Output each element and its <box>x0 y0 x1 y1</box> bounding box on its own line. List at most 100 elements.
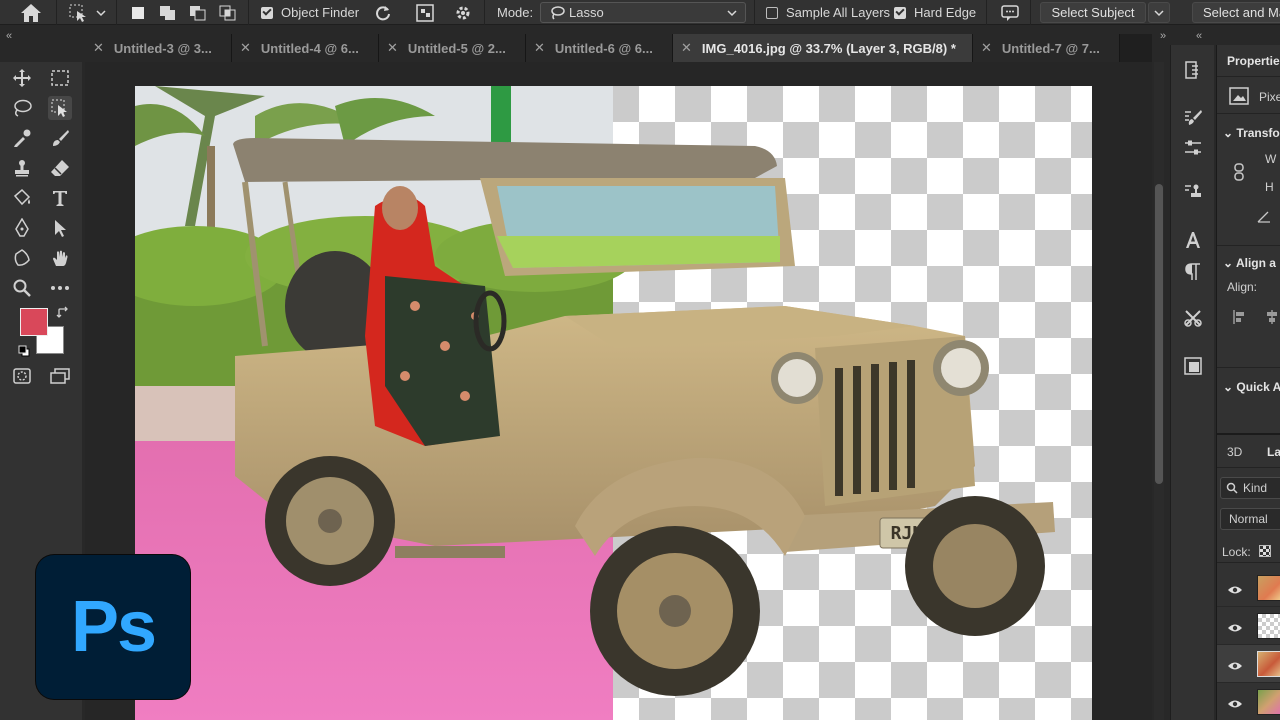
layer-row[interactable] <box>1217 683 1280 720</box>
path-selection-icon[interactable] <box>48 216 72 240</box>
eye-icon[interactable] <box>1227 696 1243 714</box>
mode-value: Lasso <box>569 5 604 20</box>
sample-all-layers-checkbox[interactable]: Sample All Layers <box>766 0 890 25</box>
tab-untitled-5[interactable]: ✕ Untitled-5 @ 2... <box>379 34 526 62</box>
object-selection-preset-icon[interactable] <box>68 0 88 25</box>
expand-panels-icon[interactable]: » <box>1160 30 1166 42</box>
chevron-down-icon[interactable] <box>96 0 106 25</box>
lasso-tool-icon[interactable] <box>10 96 34 120</box>
marquee-tool-icon[interactable] <box>48 66 72 90</box>
history-icon[interactable] <box>1182 59 1204 81</box>
scrollbar-thumb[interactable] <box>1155 184 1163 484</box>
select-subject-button[interactable]: Select Subject <box>1040 2 1146 23</box>
align-center-icon[interactable] <box>1265 309 1279 330</box>
transform-section-header[interactable]: ⌄ Transfo <box>1223 126 1280 140</box>
tab-untitled-7[interactable]: ✕ Untitled-7 @ 7... <box>973 34 1120 62</box>
close-icon[interactable]: ✕ <box>681 40 692 56</box>
stamp-tool-icon[interactable] <box>10 156 34 180</box>
checkbox-icon <box>766 6 778 19</box>
select-and-mask-button[interactable]: Select and Ma <box>1192 2 1280 23</box>
tab-layers[interactable]: La <box>1267 445 1280 459</box>
lock-transparent-pixels-icon[interactable] <box>1259 545 1271 557</box>
vertical-scrollbar[interactable] <box>1154 62 1164 720</box>
object-finder-checkbox[interactable]: Object Finder <box>261 0 359 25</box>
shape-tool-icon[interactable] <box>10 246 34 270</box>
tab-label: Untitled-7 @ 7... <box>1001 40 1100 56</box>
refresh-icon[interactable] <box>374 0 392 25</box>
quick-mask-icon[interactable] <box>10 364 34 388</box>
divider <box>1217 113 1280 114</box>
tab-img-4016[interactable]: ✕ IMG_4016.jpg @ 33.7% (Layer 3, RGB/8) * <box>673 34 973 62</box>
blend-mode-dropdown[interactable]: Normal <box>1220 508 1280 530</box>
options-bar: Object Finder Mode: Lasso Sample All Lay… <box>0 0 1280 25</box>
close-icon[interactable]: ✕ <box>981 40 992 56</box>
adjustments-icon[interactable] <box>1182 137 1204 159</box>
tab-untitled-6[interactable]: ✕ Untitled-6 @ 6... <box>526 34 673 62</box>
more-tools-icon[interactable] <box>48 276 72 300</box>
show-all-objects-icon[interactable] <box>416 0 434 25</box>
align-left-icon[interactable] <box>1233 309 1247 330</box>
canvas-area[interactable]: RJN 4190 <box>85 62 1152 720</box>
close-icon[interactable]: ✕ <box>534 40 545 56</box>
home-icon[interactable] <box>20 0 42 25</box>
brush-settings-icon[interactable] <box>1182 107 1204 129</box>
quick-actions-header[interactable]: ⌄ Quick A <box>1223 380 1280 394</box>
chevron-down-icon: ⌄ <box>1223 126 1234 140</box>
subtract-from-selection-icon[interactable] <box>188 0 208 25</box>
paint-bucket-icon[interactable] <box>10 186 34 210</box>
screen-mode-icon[interactable] <box>48 364 72 388</box>
close-icon[interactable]: ✕ <box>93 40 104 56</box>
pen-tool-icon[interactable] <box>10 216 34 240</box>
hard-edge-checkbox[interactable]: Hard Edge <box>894 0 976 25</box>
new-selection-icon[interactable] <box>130 0 146 25</box>
separator <box>986 0 987 25</box>
chevron-down-icon: ⌄ <box>1223 380 1234 394</box>
select-subject-dropdown[interactable] <box>1148 2 1170 23</box>
type-tool-icon[interactable] <box>48 186 72 210</box>
move-tool-icon[interactable] <box>10 66 34 90</box>
link-icon[interactable] <box>1234 163 1244 186</box>
add-to-selection-icon[interactable] <box>158 0 178 25</box>
object-selection-tool-icon[interactable] <box>48 96 72 120</box>
paragraph-icon[interactable] <box>1182 261 1204 283</box>
mode-dropdown[interactable]: Lasso <box>540 2 746 23</box>
blend-mode-value: Normal <box>1229 512 1268 526</box>
layer-row[interactable] <box>1217 569 1280 607</box>
tab-3d[interactable]: 3D <box>1227 445 1242 459</box>
character-icon[interactable] <box>1182 229 1204 251</box>
brush-tool-icon[interactable] <box>48 126 72 150</box>
angle-icon <box>1257 209 1271 228</box>
foreground-color-swatch[interactable] <box>20 308 48 336</box>
collapse-left-icon[interactable]: « <box>6 30 12 42</box>
separator <box>116 0 117 25</box>
checkbox-icon <box>261 6 273 19</box>
document-canvas[interactable]: RJN 4190 <box>135 86 1092 720</box>
layer-row-selected[interactable] <box>1217 645 1280 683</box>
layer-filter-dropdown[interactable]: Kind <box>1220 477 1280 499</box>
layer-comps-icon[interactable] <box>1182 355 1204 377</box>
eyedropper-tool-icon[interactable] <box>10 126 34 150</box>
layer-row[interactable] <box>1217 607 1280 645</box>
speech-bubble-icon[interactable] <box>1000 0 1020 25</box>
tab-untitled-3[interactable]: ✕ Untitled-3 @ 3... <box>85 34 232 62</box>
clone-source-icon[interactable] <box>1182 181 1204 203</box>
intersect-selection-icon[interactable] <box>218 0 238 25</box>
close-icon[interactable]: ✕ <box>240 40 251 56</box>
default-colors-icon[interactable] <box>18 344 30 357</box>
swap-colors-icon[interactable] <box>56 306 70 320</box>
align-section-header[interactable]: ⌄ Align a <box>1223 256 1276 270</box>
zoom-tool-icon[interactable] <box>10 276 34 300</box>
eye-icon[interactable] <box>1227 658 1243 676</box>
collapse-right-icon[interactable]: « <box>1196 30 1202 42</box>
transform-label: Transfo <box>1236 126 1280 140</box>
hand-tool-icon[interactable] <box>48 246 72 270</box>
eye-icon[interactable] <box>1227 620 1243 638</box>
tool-presets-icon[interactable] <box>1182 307 1204 329</box>
lasso-icon <box>551 5 565 20</box>
kind-label: Kind <box>1243 481 1268 495</box>
tab-untitled-4[interactable]: ✕ Untitled-4 @ 6... <box>232 34 379 62</box>
close-icon[interactable]: ✕ <box>387 40 398 56</box>
eraser-tool-icon[interactable] <box>48 156 72 180</box>
eye-icon[interactable] <box>1227 582 1243 600</box>
gear-icon[interactable] <box>454 0 472 25</box>
